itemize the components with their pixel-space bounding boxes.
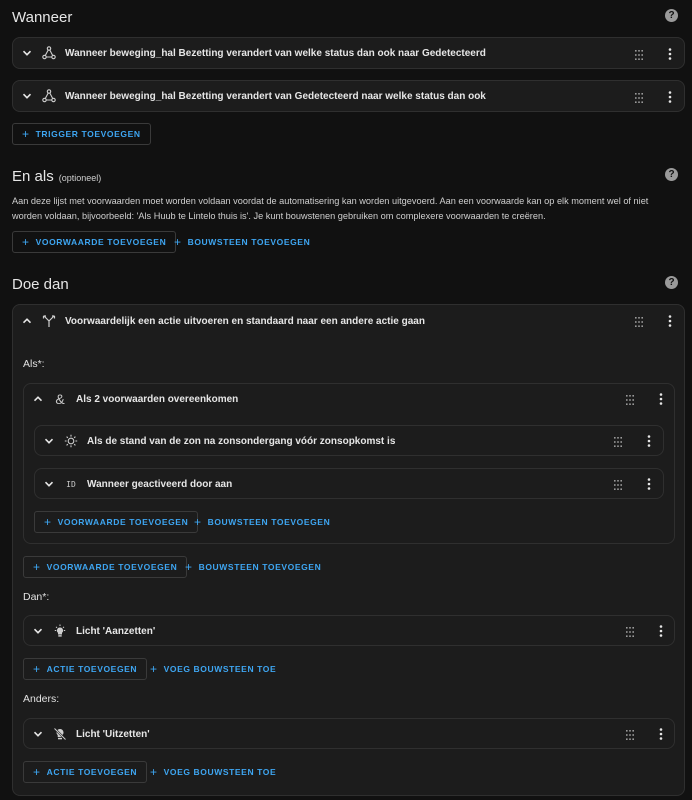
add-building-block-button[interactable]: + BOUWSTEEN TOEVOEGEN <box>168 231 316 253</box>
add-condition-button[interactable]: + VOORWAARDE TOEVOEGEN <box>12 231 177 253</box>
wanneer-header: Wanneer ? <box>12 9 680 26</box>
overflow-menu-icon[interactable] <box>663 47 677 61</box>
section-title-enals: En als <box>12 168 54 185</box>
add-building-block-action-button[interactable]: + VOEG BOUWSTEEN TOE <box>144 761 282 783</box>
drag-handle-icon[interactable] <box>625 625 635 637</box>
enals-header: En als (optioneel) ? <box>12 168 680 185</box>
overflow-menu-icon[interactable] <box>654 727 668 741</box>
chevron-down-icon[interactable] <box>43 435 55 447</box>
chevron-up-icon[interactable] <box>32 393 44 405</box>
add-building-block-button[interactable]: + BOUWSTEEN TOEVOEGEN <box>179 556 327 578</box>
sun-condition-card[interactable]: Als de stand van de zon na zonsondergang… <box>34 425 664 456</box>
chevron-up-icon[interactable] <box>21 315 33 327</box>
and-icon: & <box>55 391 65 407</box>
drag-handle-icon[interactable] <box>625 393 635 405</box>
als-label: Als*: <box>23 358 45 370</box>
anders-action-label: Licht 'Uitzetten' <box>76 728 150 740</box>
light-on-icon <box>52 623 68 639</box>
doedan-header: Doe dan ? <box>12 276 680 293</box>
drag-handle-icon[interactable] <box>634 48 644 60</box>
overflow-menu-icon[interactable] <box>654 624 668 638</box>
optional-label: (optioneel) <box>58 173 102 183</box>
help-icon[interactable]: ? <box>665 9 678 22</box>
dan-action-card[interactable]: Licht 'Aanzetten' <box>23 615 675 646</box>
chevron-down-icon[interactable] <box>21 47 33 59</box>
id-icon: ID <box>66 479 76 489</box>
add-building-block-action-button[interactable]: + VOEG BOUWSTEEN TOE <box>144 658 282 680</box>
trigger-label: Wanneer beweging_hal Bezetting verandert… <box>65 47 486 59</box>
trigger-condition-label: Wanneer geactiveerd door aan <box>87 478 233 490</box>
dan-label: Dan*: <box>23 591 50 603</box>
trigger-card-2[interactable]: Wanneer beweging_hal Bezetting verandert… <box>12 80 685 112</box>
light-off-icon <box>52 726 68 742</box>
chevron-down-icon[interactable] <box>32 625 44 637</box>
add-condition-button[interactable]: + VOORWAARDE TOEVOEGEN <box>34 511 199 533</box>
add-action-button[interactable]: + ACTIE TOEVOEGEN <box>23 658 148 680</box>
and-condition-card[interactable]: & Als 2 voorwaarden overeenkomen Als de … <box>23 383 675 544</box>
overflow-menu-icon[interactable] <box>654 392 668 406</box>
and-condition-label: Als 2 voorwaarden overeenkomen <box>76 393 239 405</box>
chevron-down-icon[interactable] <box>21 90 33 102</box>
conditions-description: Aan deze lijst met voorwaarden moet word… <box>12 196 649 221</box>
chevron-down-icon[interactable] <box>43 478 55 490</box>
choose-icon <box>41 313 57 329</box>
sun-icon <box>63 433 79 449</box>
trigger-label: Wanneer beweging_hal Bezetting verandert… <box>65 90 486 102</box>
anders-label: Anders: <box>23 693 60 705</box>
drag-handle-icon[interactable] <box>634 315 644 327</box>
section-title-wanneer: Wanneer <box>12 9 73 26</box>
dan-action-label: Licht 'Aanzetten' <box>76 625 156 637</box>
choose-action-card[interactable]: Voorwaardelijk een actie uitvoeren en st… <box>12 304 685 796</box>
anders-action-card[interactable]: Licht 'Uitzetten' <box>23 718 675 749</box>
help-icon[interactable]: ? <box>665 276 678 289</box>
section-title-doedan: Doe dan <box>12 276 69 293</box>
trigger-condition-card[interactable]: ID Wanneer geactiveerd door aan <box>34 468 664 499</box>
trigger-state-icon <box>41 88 57 104</box>
add-action-button[interactable]: + ACTIE TOEVOEGEN <box>23 761 148 783</box>
overflow-menu-icon[interactable] <box>642 477 656 491</box>
drag-handle-icon[interactable] <box>625 728 635 740</box>
sun-condition-label: Als de stand van de zon na zonsondergang… <box>87 435 396 447</box>
overflow-menu-icon[interactable] <box>663 314 677 328</box>
chevron-down-icon[interactable] <box>32 728 44 740</box>
add-trigger-button[interactable]: + TRIGGER TOEVOEGEN <box>12 123 151 145</box>
help-icon[interactable]: ? <box>665 168 678 181</box>
add-building-block-button[interactable]: + BOUWSTEEN TOEVOEGEN <box>188 511 336 533</box>
overflow-menu-icon[interactable] <box>642 434 656 448</box>
drag-handle-icon[interactable] <box>613 435 623 447</box>
add-condition-button[interactable]: + VOORWAARDE TOEVOEGEN <box>23 556 188 578</box>
trigger-card-1[interactable]: Wanneer beweging_hal Bezetting verandert… <box>12 37 685 69</box>
overflow-menu-icon[interactable] <box>663 90 677 104</box>
drag-handle-icon[interactable] <box>613 478 623 490</box>
drag-handle-icon[interactable] <box>634 91 644 103</box>
choose-action-label: Voorwaardelijk een actie uitvoeren en st… <box>65 315 425 327</box>
trigger-state-icon <box>41 45 57 61</box>
